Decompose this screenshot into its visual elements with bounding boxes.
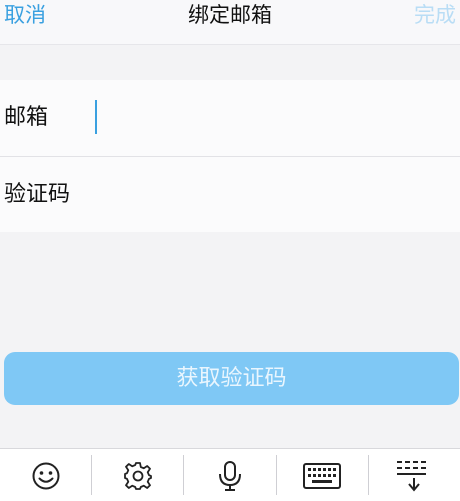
form-group: 邮箱 验证码 <box>0 80 460 232</box>
microphone-icon <box>219 460 241 491</box>
email-input[interactable] <box>96 98 448 138</box>
voice-input-button[interactable] <box>184 449 275 501</box>
emoji-button[interactable] <box>0 449 91 501</box>
email-label: 邮箱 <box>4 105 49 130</box>
keyboard-toolbar <box>0 448 460 501</box>
page-title: 绑定邮箱 <box>188 3 272 27</box>
get-code-button[interactable]: 获取验证码 <box>4 352 459 405</box>
keyboard-switch-button[interactable] <box>277 449 368 501</box>
code-row: 验证码 <box>0 157 460 233</box>
settings-button[interactable] <box>92 449 183 501</box>
code-label: 验证码 <box>4 182 71 207</box>
done-button[interactable]: 完成 <box>414 0 456 30</box>
keyboard-icon <box>303 462 342 489</box>
hide-keyboard-icon <box>397 460 427 492</box>
emoji-icon <box>32 462 60 489</box>
text-caret <box>95 100 97 134</box>
gear-icon <box>123 461 152 490</box>
cancel-button[interactable]: 取消 <box>4 0 46 30</box>
bind-email-screen: 取消 绑定邮箱 完成 邮箱 验证码 获取验证码 <box>0 0 460 501</box>
navigation-bar: 取消 绑定邮箱 完成 <box>0 0 460 45</box>
email-row: 邮箱 <box>0 80 460 156</box>
code-input[interactable] <box>96 175 448 215</box>
hide-keyboard-button[interactable] <box>369 449 460 501</box>
